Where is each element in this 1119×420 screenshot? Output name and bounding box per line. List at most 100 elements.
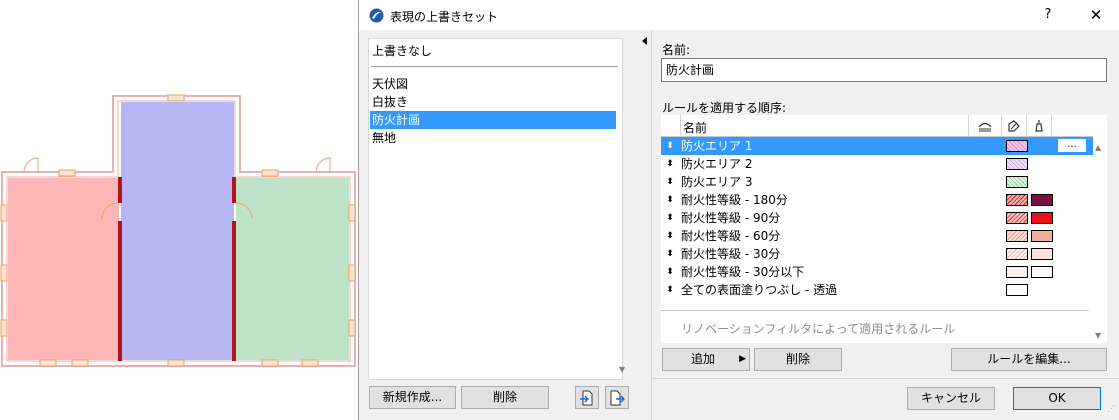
fill-swatch[interactable] bbox=[1006, 266, 1028, 278]
background-swatch[interactable] bbox=[1031, 248, 1053, 260]
drag-handle-icon[interactable]: ⬍ bbox=[665, 245, 675, 263]
import-icon bbox=[580, 390, 593, 406]
resize-grip-icon[interactable]: ⋰ bbox=[1107, 404, 1115, 413]
door-swing-ne bbox=[315, 157, 331, 173]
rule-row[interactable]: ⬍ 耐火性等級 - 30分 bbox=[661, 245, 1093, 263]
fill-pen-icon bbox=[1008, 120, 1020, 132]
footer-separator bbox=[652, 378, 1119, 379]
background-swatch[interactable] bbox=[1031, 230, 1053, 242]
rule-row[interactable]: ⬍ 耐火性等級 - 90分 bbox=[661, 209, 1093, 227]
dropdown-arrow-icon: ▶ bbox=[739, 354, 746, 364]
rule-name: 防火エリア 1 bbox=[681, 139, 753, 153]
rules-table-header: 名前 bbox=[661, 115, 1093, 137]
fill-column-header[interactable] bbox=[1001, 115, 1026, 137]
drag-handle-icon[interactable]: ⬍ bbox=[665, 281, 675, 299]
door-swing-nw bbox=[23, 157, 39, 173]
title-bar: 表現の上書きセット ? ✕ bbox=[359, 0, 1119, 30]
fill-swatch[interactable] bbox=[1006, 284, 1028, 296]
help-button[interactable]: ? bbox=[1033, 4, 1063, 26]
collapse-panel-icon[interactable] bbox=[642, 37, 647, 45]
background-swatch[interactable] bbox=[1031, 266, 1053, 278]
surface-icon bbox=[1035, 120, 1043, 132]
close-button[interactable]: ✕ bbox=[1079, 4, 1113, 26]
override-sets-dialog: 表現の上書きセット ? ✕ 上書きなし 天伏図 白抜き 防火計画 無地 ▼ 新規… bbox=[358, 0, 1119, 420]
fire-wall-right-lower bbox=[232, 221, 236, 361]
name-field[interactable]: 防火計画 bbox=[661, 58, 1107, 82]
set-item[interactable]: 無地 bbox=[370, 129, 616, 147]
room-right bbox=[236, 178, 349, 360]
drag-handle-icon[interactable]: ⬍ bbox=[665, 137, 675, 155]
rule-name: 耐火性等級 - 30分 bbox=[681, 247, 781, 261]
rule-row[interactable]: ⬍ 防火エリア 2 bbox=[661, 155, 1093, 173]
fill-swatch[interactable] bbox=[1006, 230, 1028, 242]
rule-row[interactable]: ⬍ 耐火性等級 - 60分 bbox=[661, 227, 1093, 245]
new-set-button[interactable]: 新規作成... bbox=[369, 386, 456, 409]
fire-wall-left-lower bbox=[118, 221, 122, 361]
rule-name: 耐火性等級 - 90分 bbox=[681, 211, 781, 225]
import-button[interactable] bbox=[575, 386, 599, 409]
dialog-title: 表現の上書きセット bbox=[390, 10, 499, 24]
name-column-label: 名前 bbox=[683, 121, 708, 135]
export-button[interactable] bbox=[605, 386, 629, 409]
rule-row[interactable]: ⬍ 全ての表面塗りつぶし - 透過 bbox=[661, 281, 1093, 299]
floor-plan bbox=[0, 94, 356, 367]
rule-name: 耐火性等級 - 30分以下 bbox=[681, 265, 805, 279]
fill-swatch[interactable] bbox=[1006, 140, 1028, 152]
background-swatch[interactable] bbox=[1031, 194, 1053, 206]
fill-swatch[interactable] bbox=[1006, 194, 1028, 206]
add-rule-label: 追加 bbox=[691, 352, 716, 366]
drag-handle-icon[interactable]: ⬍ bbox=[665, 155, 675, 173]
set-item-selected[interactable]: 防火計画 bbox=[370, 111, 616, 129]
fill-swatch[interactable] bbox=[1006, 176, 1028, 188]
rule-row-selected[interactable]: ⬍ 防火エリア 1 ... bbox=[661, 137, 1093, 155]
rule-name: 全ての表面塗りつぶし - 透過 bbox=[681, 283, 838, 297]
scroll-down-icon[interactable]: ▼ bbox=[1095, 331, 1101, 340]
drag-handle-icon[interactable]: ⬍ bbox=[665, 263, 675, 281]
fill-swatch[interactable] bbox=[1006, 248, 1028, 260]
drag-handle-icon[interactable]: ⬍ bbox=[665, 227, 675, 245]
rule-name: 耐火性等級 - 180分 bbox=[681, 193, 788, 207]
override-set-list: 上書きなし 天伏図 白抜き 防火計画 無地 ▼ bbox=[368, 38, 625, 380]
rule-row[interactable]: ⬍ 防火エリア 3 bbox=[661, 173, 1093, 191]
delete-rule-button[interactable]: 削除 bbox=[754, 348, 842, 371]
cancel-button[interactable]: キャンセル bbox=[907, 387, 995, 410]
room-left bbox=[8, 178, 119, 360]
visibility-column-header[interactable] bbox=[968, 115, 1001, 137]
fill-swatch[interactable] bbox=[1006, 158, 1028, 170]
edit-rules-button[interactable]: ルールを編集... bbox=[951, 348, 1107, 371]
ok-button[interactable]: OK bbox=[1013, 387, 1101, 410]
rule-name: 防火エリア 3 bbox=[681, 175, 753, 189]
add-rule-button[interactable]: 追加 ▶ bbox=[662, 348, 750, 371]
surface-column-header[interactable] bbox=[1026, 115, 1051, 137]
fire-wall-right-upper bbox=[232, 177, 236, 203]
renovation-separator bbox=[661, 310, 1089, 311]
export-icon bbox=[610, 390, 626, 406]
fire-wall-left-upper bbox=[118, 177, 122, 203]
rule-name: 防火エリア 2 bbox=[681, 157, 753, 171]
more-options-button[interactable]: ... bbox=[1057, 138, 1087, 153]
name-column-header[interactable]: 名前 bbox=[680, 115, 968, 137]
drag-handle-icon[interactable]: ⬍ bbox=[665, 191, 675, 209]
set-item[interactable]: 天伏図 bbox=[370, 75, 616, 93]
fill-swatch[interactable] bbox=[1006, 212, 1028, 224]
layer-visibility-icon bbox=[978, 122, 992, 132]
room-center bbox=[121, 102, 234, 360]
drag-handle-icon[interactable]: ⬍ bbox=[665, 173, 675, 191]
rule-name: 耐火性等級 - 60分 bbox=[681, 229, 781, 243]
no-override-item[interactable]: 上書きなし bbox=[371, 42, 621, 60]
panel-divider bbox=[651, 30, 652, 420]
scroll-up-icon[interactable]: ▲ bbox=[1095, 143, 1101, 152]
delete-set-button[interactable]: 削除 bbox=[461, 386, 549, 409]
rule-row[interactable]: ⬍ 耐火性等級 - 30分以下 bbox=[661, 263, 1093, 281]
archicad-icon bbox=[369, 8, 384, 23]
name-label: 名前: bbox=[662, 43, 691, 57]
renovation-filter-note: リノベーションフィルタによって適用されるルール bbox=[681, 322, 956, 336]
scroll-down-icon[interactable]: ▼ bbox=[619, 365, 625, 374]
rules-table: 名前 ⬍ 防火エリア 1 ... ⬍ 防火エリア 2 ⬍ 防火エリア 3 ⬍ 耐… bbox=[661, 115, 1107, 343]
set-item[interactable]: 白抜き bbox=[370, 93, 616, 111]
extra-column-header bbox=[1051, 115, 1093, 137]
background-swatch[interactable] bbox=[1031, 212, 1053, 224]
drag-handle-icon[interactable]: ⬍ bbox=[665, 209, 675, 227]
list-separator bbox=[371, 66, 618, 67]
rule-row[interactable]: ⬍ 耐火性等級 - 180分 bbox=[661, 191, 1093, 209]
